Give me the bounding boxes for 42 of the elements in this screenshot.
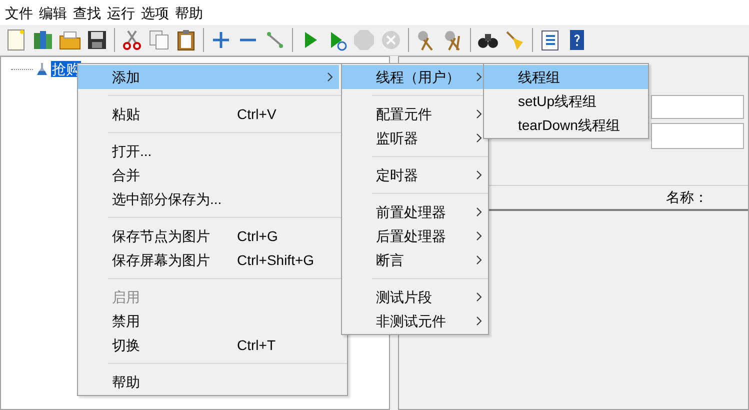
menu-bar-item[interactable]: 查找	[70, 2, 104, 22]
floppy-icon[interactable]	[85, 28, 109, 52]
chevron-right-icon	[476, 292, 482, 302]
menu-item[interactable]: 后置处理器	[342, 224, 488, 248]
chevron-right-icon	[476, 255, 482, 265]
chevron-right-icon	[476, 109, 482, 119]
menu-bar-item[interactable]: 文件	[2, 2, 36, 22]
menu-item[interactable]: tearDown线程组	[484, 113, 648, 137]
menu-item[interactable]: 禁用	[78, 309, 339, 333]
menu-item[interactable]: 保存节点为图片 Ctrl+G	[78, 224, 339, 248]
chevron-right-icon	[476, 231, 482, 241]
menu-bar-item[interactable]: 选项	[138, 2, 172, 22]
menu-item[interactable]: 帮助	[78, 370, 339, 394]
menu-item[interactable]: 合并	[78, 163, 339, 187]
menu-item[interactable]: 测试片段	[342, 285, 488, 309]
menu-item[interactable]: 非测试元件	[342, 309, 488, 333]
input-field[interactable]	[651, 95, 744, 119]
chevron-right-icon	[476, 207, 482, 217]
menu-item[interactable]: 粘贴 Ctrl+V	[78, 102, 339, 126]
menu-item[interactable]: 打开...	[78, 139, 339, 163]
menu-bar-item[interactable]: 编辑	[36, 2, 70, 22]
menu-item[interactable]: 断言	[342, 248, 488, 272]
menu-item[interactable]: 切换 Ctrl+T	[78, 333, 339, 357]
chevron-right-icon	[476, 133, 482, 143]
input-field[interactable]	[651, 123, 744, 149]
menu-item[interactable]: 定时器	[342, 163, 488, 187]
chevron-right-icon	[476, 170, 482, 180]
chevron-right-icon	[476, 316, 482, 326]
menu-item[interactable]: 添加	[78, 65, 339, 89]
menu-bar-item[interactable]: 运行	[104, 2, 138, 22]
chevron-right-icon	[476, 72, 482, 82]
chevron-right-icon	[327, 72, 333, 82]
menu-item[interactable]: 选中部分保存为...	[78, 187, 339, 211]
books-icon[interactable]	[31, 28, 55, 52]
scissors-icon[interactable]	[120, 28, 144, 52]
menu-item[interactable]: setUp线程组	[484, 89, 648, 113]
menu-item[interactable]: 保存屏幕为图片 Ctrl+Shift+G	[78, 248, 339, 272]
menu-item[interactable]: 前置处理器	[342, 200, 488, 224]
menu-bar-item[interactable]: 帮助	[172, 2, 206, 22]
flask-icon	[36, 62, 48, 76]
name-label: 名称：	[666, 188, 708, 207]
menu-item[interactable]: 线程组	[484, 65, 648, 89]
